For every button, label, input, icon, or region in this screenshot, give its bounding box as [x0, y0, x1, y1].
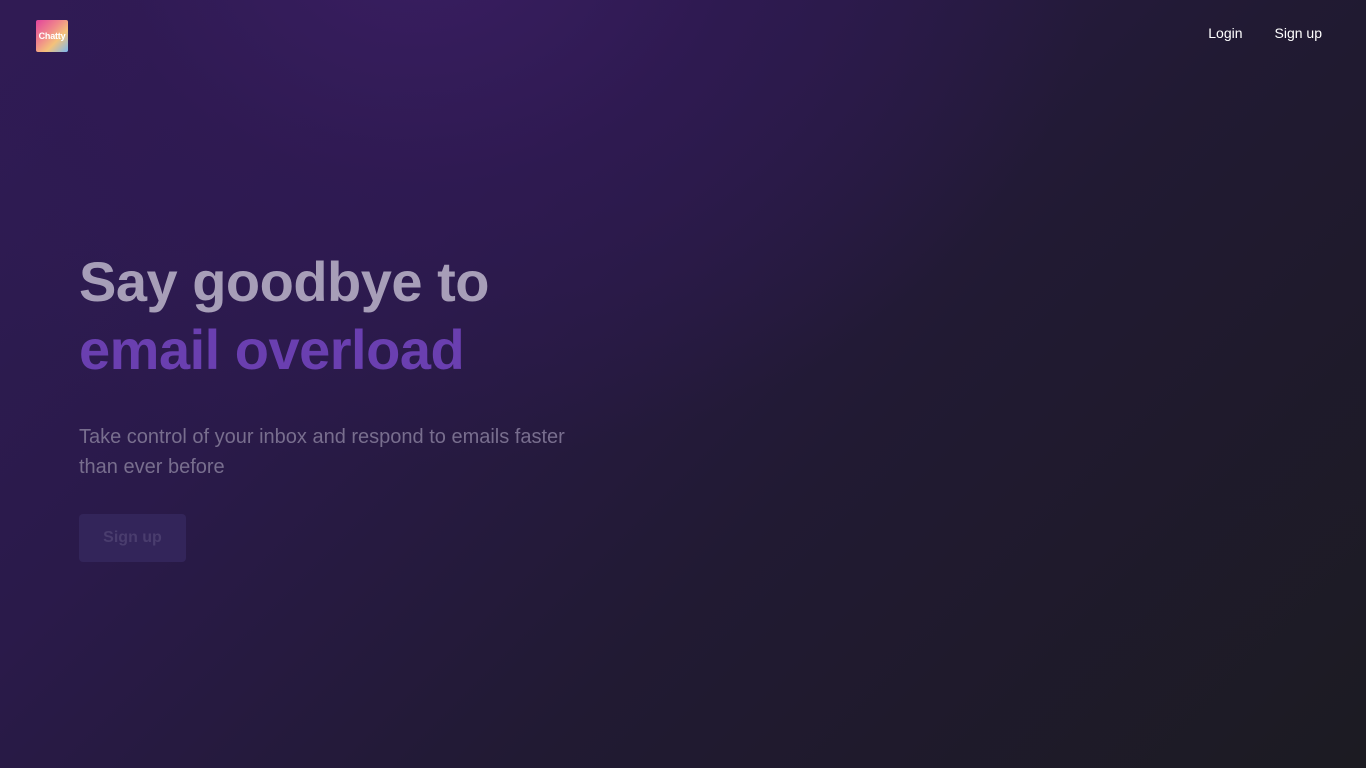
hero-section: Say goodbye to email overload Take contr… — [79, 248, 639, 562]
hero-signup-button[interactable]: Sign up — [79, 514, 186, 562]
logo-text: Chatty — [38, 31, 66, 41]
hero-headline: Say goodbye to email overload — [79, 248, 639, 384]
chatty-logo[interactable]: Chatty — [36, 20, 68, 52]
top-nav: Login Sign up — [1208, 24, 1322, 42]
signup-link[interactable]: Sign up — [1275, 24, 1322, 42]
hero-subtext: Take control of your inbox and respond t… — [79, 426, 565, 478]
login-link[interactable]: Login — [1208, 24, 1242, 42]
headline-line-1: Say goodbye to — [79, 250, 489, 313]
site-header: Chatty Login Sign up — [0, 0, 1366, 70]
headline-line-2-accent: email overload — [79, 318, 465, 381]
